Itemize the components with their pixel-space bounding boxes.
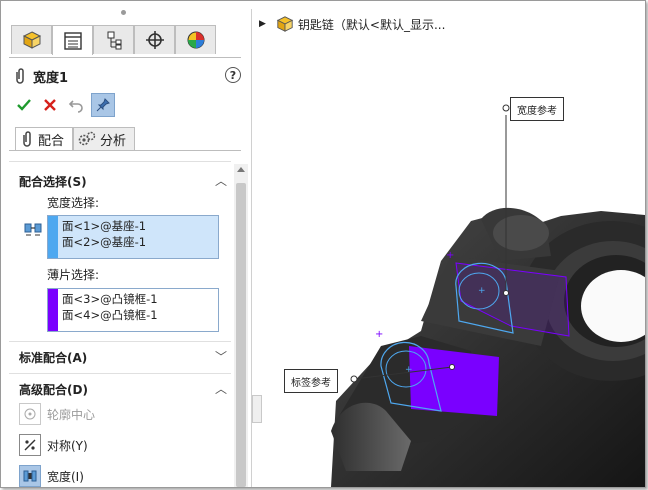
symmetric-label: 对称(Y) bbox=[47, 438, 88, 453]
list-item[interactable]: 面<3>@凸镜框-1 bbox=[62, 291, 158, 307]
page-title: 宽度1 bbox=[33, 70, 69, 86]
model-viewport[interactable]: + + + + bbox=[253, 9, 645, 487]
tab-selection-list[interactable]: 面<3>@凸镜框-1 面<4>@凸镜框-1 bbox=[47, 288, 219, 332]
document-title: 钥匙链（默认<默认_显示... bbox=[297, 17, 446, 32]
svg-text:+: + bbox=[405, 365, 413, 375]
chevron-up-icon[interactable]: ︿ bbox=[215, 380, 227, 397]
profile-center-icon bbox=[19, 403, 41, 425]
window: 宽度1 ? 配合 分析 配合选择(S) ︿ 宽度选择: 面<1>@基座-1 面<… bbox=[0, 0, 646, 488]
tab-dimxpert[interactable] bbox=[134, 25, 175, 54]
configuration-icon bbox=[107, 31, 121, 50]
property-manager-icon bbox=[63, 31, 82, 50]
list-item[interactable]: 面<1>@基座-1 bbox=[62, 218, 146, 234]
tab-face-lower bbox=[409, 346, 499, 416]
help-button[interactable]: ? bbox=[225, 67, 241, 83]
undo-button[interactable] bbox=[65, 94, 87, 116]
width-reference-callout[interactable]: 宽度参考 bbox=[510, 97, 564, 121]
graphics-area[interactable]: + + + + bbox=[253, 9, 645, 487]
mate-selections-header[interactable]: 配合选择(S) bbox=[19, 173, 87, 190]
width-selection-list[interactable]: 面<1>@基座-1 面<2>@基座-1 bbox=[47, 215, 219, 259]
width-selection-label: 宽度选择: bbox=[47, 196, 100, 210]
origin-target-icon bbox=[145, 31, 164, 49]
tab-reference-label: 标签参考 bbox=[291, 377, 331, 389]
width-selection-icon bbox=[23, 218, 43, 241]
action-buttons bbox=[13, 93, 119, 117]
standard-mates-header[interactable]: 标准配合(A) bbox=[19, 349, 87, 366]
svg-text:+: + bbox=[375, 329, 383, 340]
list-item[interactable]: 面<2>@基座-1 bbox=[62, 234, 146, 250]
checkmark-icon bbox=[17, 99, 31, 111]
mate-selections-title: 配合选择(S) bbox=[19, 175, 87, 189]
part-icon bbox=[22, 31, 41, 49]
width-label: 宽度(I) bbox=[47, 469, 84, 484]
symmetric-icon bbox=[19, 434, 41, 456]
chevron-down-icon[interactable]: ﹀ bbox=[215, 348, 227, 365]
manager-tabs bbox=[11, 25, 216, 55]
paperclip-icon bbox=[23, 131, 31, 147]
close-icon bbox=[44, 99, 56, 111]
list-item[interactable]: 面<4>@凸镜框-1 bbox=[62, 307, 158, 323]
gears-icon bbox=[78, 131, 96, 146]
feature-tree-root[interactable]: ▶ 钥匙链（默认<默认_显示... bbox=[259, 15, 445, 33]
tab-selection-color-bar bbox=[48, 289, 58, 331]
svg-text:+: + bbox=[478, 286, 486, 296]
advanced-mates-title: 高级配合(D) bbox=[19, 383, 88, 397]
paperclip-icon bbox=[16, 68, 24, 84]
cancel-button[interactable] bbox=[39, 94, 61, 116]
pushpin-icon bbox=[96, 98, 110, 112]
scrollbar-thumb[interactable] bbox=[236, 183, 246, 487]
tab-mates[interactable]: 配合 bbox=[15, 127, 74, 150]
width-reference-label: 宽度参考 bbox=[517, 105, 557, 117]
section-separator bbox=[9, 373, 231, 374]
scroll-up-arrow[interactable] bbox=[237, 167, 245, 172]
tab-mates-label: 配合 bbox=[38, 133, 65, 149]
tab-selection-label: 薄片选择: bbox=[47, 268, 100, 282]
profile-center-option[interactable]: 轮廓中心 bbox=[19, 403, 95, 425]
tab-property-manager[interactable] bbox=[52, 25, 93, 55]
feature-title-row: 宽度1 bbox=[13, 67, 69, 86]
section-separator bbox=[9, 161, 231, 162]
tab-display-manager[interactable] bbox=[175, 25, 216, 54]
tab-analysis-label: 分析 bbox=[100, 133, 127, 149]
ok-button[interactable] bbox=[13, 94, 35, 116]
width-option[interactable]: 宽度(I) bbox=[19, 465, 84, 487]
panel-collapse-handle[interactable] bbox=[252, 395, 262, 423]
mate-subtabs: 配合 分析 bbox=[15, 127, 136, 150]
expand-arrow-icon[interactable]: ▶ bbox=[259, 19, 266, 29]
standard-mates-title: 标准配合(A) bbox=[19, 351, 88, 365]
subtab-divider bbox=[9, 150, 241, 151]
part-icon bbox=[276, 16, 294, 32]
section-separator bbox=[9, 341, 231, 342]
tab-feature-manager[interactable] bbox=[11, 25, 52, 54]
symmetric-option[interactable]: 对称(Y) bbox=[19, 434, 88, 456]
svg-text:+: + bbox=[446, 250, 454, 261]
width-mate-icon bbox=[19, 465, 41, 487]
appearance-icon bbox=[187, 31, 204, 49]
tab-reference-callout[interactable]: 标签参考 bbox=[284, 369, 338, 393]
tab-analysis[interactable]: 分析 bbox=[73, 127, 136, 150]
tab-configuration-manager[interactable] bbox=[93, 25, 134, 54]
undo-icon bbox=[68, 100, 83, 113]
keep-visible-button[interactable] bbox=[91, 93, 115, 117]
panel-grip[interactable] bbox=[121, 10, 126, 15]
profile-center-label: 轮廓中心 bbox=[47, 407, 96, 422]
chevron-up-icon[interactable]: ︿ bbox=[215, 172, 227, 189]
width-selection-color-bar bbox=[48, 216, 58, 258]
tab-divider bbox=[9, 57, 241, 58]
advanced-mates-header[interactable]: 高级配合(D) bbox=[19, 381, 88, 398]
